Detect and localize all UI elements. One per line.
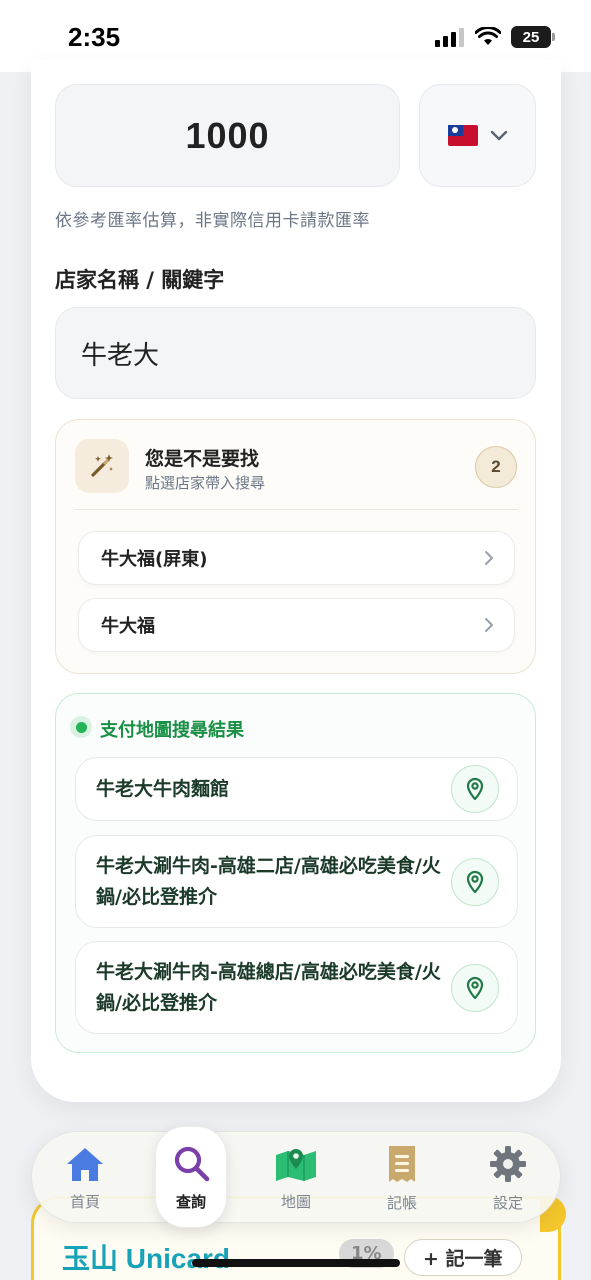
tab-settings-label: 設定 [492,1193,523,1212]
home-indicator[interactable] [192,1259,400,1267]
result-item[interactable]: 牛老大牛肉麵館 [75,757,518,821]
tab-map-label: 地圖 [280,1192,311,1211]
rate-disclaimer: 依參考匯率估算，非實際信用卡請款匯率 [55,211,370,231]
currency-selector[interactable] [419,84,536,187]
suggestion-item[interactable]: 牛大福(屏東) [78,531,515,585]
map-results-title: 支付地圖搜尋結果 [100,720,244,741]
store-keyword-value: 牛老大 [81,340,160,371]
result-item[interactable]: 牛老大涮牛肉-高雄二店/高雄必吃美食/火鍋/必比登推介 [75,835,518,928]
magic-wand-icon [75,439,129,493]
add-record-button[interactable]: + 記一筆 [404,1239,522,1276]
suggestion-item-label: 牛大福(屏東) [101,549,208,570]
result-item-label: 牛老大牛肉麵館 [96,777,230,800]
chevron-down-icon [490,130,507,140]
tab-settings[interactable]: 設定 [468,1132,548,1224]
wifi-icon [475,27,501,45]
search-icon [174,1146,210,1181]
status-icons: 25 [435,26,555,48]
gear-icon [490,1145,526,1182]
receipt-icon [389,1145,415,1182]
status-dot-icon [70,716,92,738]
location-pin-icon [466,976,484,999]
taiwan-flag-icon [447,125,478,146]
battery-level: 25 [522,28,540,46]
home-icon [67,1147,103,1181]
unicard-logo: 玉山 Unicard [62,1243,231,1274]
location-pin-icon [466,777,484,801]
chevron-right-icon [485,551,493,565]
map-pin-button[interactable] [451,963,499,1012]
suggestion-divider [75,509,518,510]
tab-search[interactable]: 查詢 [155,1126,227,1228]
store-keyword-input[interactable]: 牛老大 [55,307,536,399]
map-pin-icon [276,1148,316,1181]
tab-home[interactable]: 首頁 [45,1132,125,1224]
map-pin-button[interactable] [451,765,499,813]
suggestion-subtitle: 點選店家帶入搜尋 [145,474,266,492]
suggestion-count-badge: 2 [475,446,517,488]
tab-home-label: 首頁 [69,1192,100,1211]
bottom-tab-bar: 首頁 查詢 地圖 記帳 設定 [31,1126,561,1228]
result-item[interactable]: 牛老大涮牛肉-高雄總店/高雄必吃美食/火鍋/必比登推介 [75,941,518,1034]
location-pin-icon [466,870,484,893]
amount-input[interactable]: 1000 [55,84,400,187]
map-pin-button[interactable] [451,857,499,906]
tab-search-label: 查詢 [175,1192,206,1211]
result-item-label: 牛老大涮牛肉-高雄總店/高雄必吃美食/火鍋/必比登推介 [96,960,441,1014]
chevron-right-icon [485,618,493,632]
tab-map[interactable]: 地圖 [256,1132,336,1224]
suggestion-title: 您是不是要找 [145,448,260,470]
result-item-label: 牛老大涮牛肉-高雄二店/高雄必吃美食/火鍋/必比登推介 [96,854,441,908]
suggestion-item[interactable]: 牛大福 [78,598,515,652]
suggestion-card: 您是不是要找 點選店家帶入搜尋 2 牛大福(屏東) 牛大福 [55,419,536,674]
suggestion-item-label: 牛大福 [101,616,155,637]
signal-icon [435,28,464,47]
store-keyword-label: 店家名稱 / 關鍵字 [55,268,225,292]
amount-value: 1000 [185,114,270,156]
map-results-card: 支付地圖搜尋結果 牛老大牛肉麵館 牛老大涮牛肉-高雄二店/高雄必吃美食/火鍋/必… [55,693,536,1053]
tab-bookkeeping[interactable]: 記帳 [362,1132,442,1224]
battery-indicator: 25 [511,26,555,48]
search-panel: 1000 依參考匯率估算，非實際信用卡請款匯率 店家名稱 / 關鍵字 牛老大 您… [31,60,561,1102]
tab-bookkeeping-label: 記帳 [386,1193,417,1212]
status-time: 2:35 [68,22,121,52]
